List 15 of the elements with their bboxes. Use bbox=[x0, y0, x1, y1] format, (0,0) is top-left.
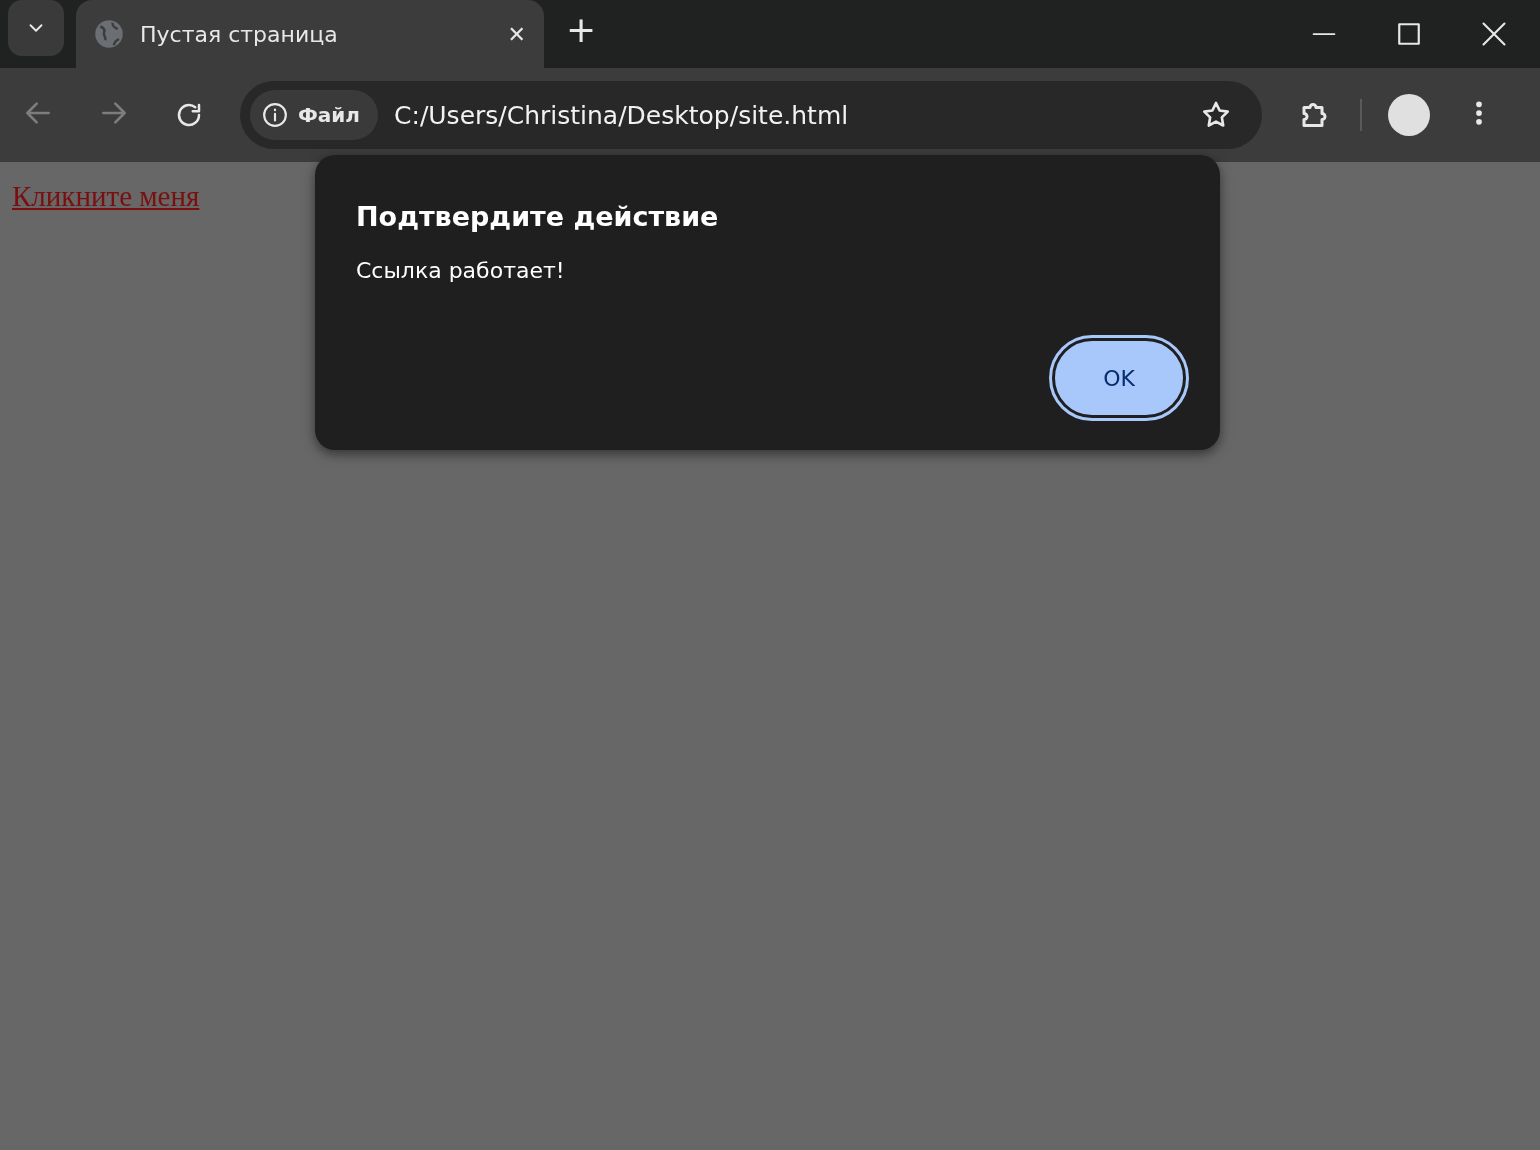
tab-close-button[interactable]: ✕ bbox=[507, 21, 526, 47]
site-info-chip[interactable]: Файл bbox=[250, 90, 378, 140]
ok-button[interactable]: OK bbox=[1052, 338, 1186, 418]
globe-icon bbox=[94, 19, 124, 49]
browser-tab[interactable]: Пустая страница ✕ bbox=[76, 0, 544, 68]
info-icon bbox=[262, 102, 288, 128]
tab-title: Пустая страница bbox=[140, 21, 339, 47]
address-text: C:/Users/Christina/Desktop/site.html bbox=[394, 100, 850, 130]
address-bar[interactable]: Файл C:/Users/Christina/Desktop/site.html bbox=[240, 81, 1262, 149]
dialog-message: Ссылка работает! bbox=[356, 258, 566, 283]
maximize-icon[interactable] bbox=[1396, 21, 1422, 47]
dialog-title: Подтвердите действие bbox=[356, 201, 720, 232]
profile-avatar[interactable] bbox=[1388, 94, 1430, 136]
close-icon[interactable] bbox=[1480, 20, 1508, 48]
new-tab-button[interactable]: + bbox=[566, 8, 597, 50]
